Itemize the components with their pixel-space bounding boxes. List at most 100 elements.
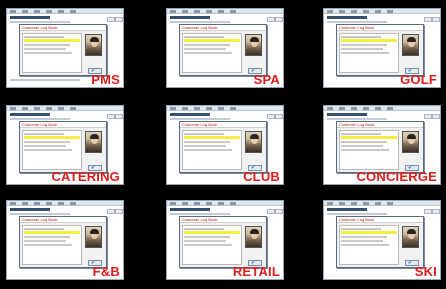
dialog-titlebar: Customer Log Book (20, 122, 106, 128)
list-row (24, 36, 64, 38)
screenshot-tile-club: Customer Log Book ✔ CLUB (166, 105, 284, 185)
list-row (24, 244, 72, 246)
list-row (184, 44, 230, 46)
list-row-selected (184, 39, 240, 42)
screenshot-tile-spa: Customer Log Book ✔ SPA (166, 8, 284, 88)
list-row (341, 149, 389, 151)
app-title (327, 113, 367, 116)
list-row (184, 244, 232, 246)
log-list (182, 225, 242, 265)
app-toolbar-button (267, 114, 275, 119)
app-menu-items (10, 10, 80, 13)
app-toolbar-button (424, 209, 432, 214)
app-toolbar-button (267, 209, 275, 214)
app-menu-items (327, 107, 397, 110)
customer-log-dialog: Customer Log Book ✔ (19, 24, 107, 76)
screenshot-tile-concierge: Customer Log Book ✔ CONCIERGE (323, 105, 441, 185)
app-toolbar-button (115, 114, 123, 119)
list-row (184, 240, 226, 242)
app-field-line (10, 118, 70, 120)
app-title (327, 208, 367, 211)
app-toolbar-button (107, 209, 115, 214)
app-field-line (327, 21, 387, 23)
app-title (327, 16, 367, 19)
app-field-line (10, 21, 70, 23)
module-label: F&B (92, 264, 120, 279)
list-row-selected (341, 136, 397, 139)
app-menubar (7, 106, 123, 111)
dialog-title: Customer Log Book (22, 217, 58, 222)
dialog-title: Customer Log Book (182, 217, 218, 222)
list-row (24, 44, 70, 46)
list-row (341, 145, 383, 147)
list-row (184, 133, 224, 135)
list-row (341, 141, 387, 143)
app-menubar (324, 9, 440, 14)
app-menubar (7, 201, 123, 206)
dialog-title: Customer Log Book (339, 122, 375, 127)
dialog-title: Customer Log Book (339, 217, 375, 222)
list-row (341, 236, 387, 238)
app-menu-items (327, 202, 397, 205)
log-list (22, 33, 82, 73)
list-row (184, 145, 226, 147)
list-row (341, 228, 381, 230)
app-menubar (167, 9, 283, 14)
dialog-title: Customer Log Book (22, 25, 58, 30)
list-row (341, 44, 387, 46)
list-row-selected (24, 231, 80, 234)
log-list (339, 130, 399, 170)
app-toolbar-button (432, 114, 440, 119)
list-row (24, 236, 70, 238)
module-label: SPA (253, 72, 280, 87)
app-toolbar-button (432, 209, 440, 214)
list-row (24, 48, 66, 50)
app-toolbar-button (275, 209, 283, 214)
customer-log-dialog: Customer Log Book ✔ (179, 121, 267, 173)
screenshot-tile-ski: Customer Log Book ✔ SKI (323, 200, 441, 280)
check-icon: ✔ (408, 260, 413, 266)
customer-log-dialog: Customer Log Book ✔ (336, 121, 424, 173)
list-row (341, 244, 389, 246)
module-label: CONCIERGE (356, 169, 437, 184)
dialog-title: Customer Log Book (339, 25, 375, 30)
list-row (184, 48, 226, 50)
list-row-selected (341, 231, 397, 234)
dialog-titlebar: Customer Log Book (337, 122, 423, 128)
guest-photo (85, 226, 102, 248)
module-label: CLUB (243, 169, 280, 184)
screenshot-tile-golf: Customer Log Book ✔ GOLF (323, 8, 441, 88)
list-row (184, 36, 224, 38)
app-menu-items (327, 10, 397, 13)
guest-photo (402, 226, 419, 248)
list-row (184, 141, 230, 143)
app-toolbar-button (115, 17, 123, 22)
list-row-selected (184, 231, 240, 234)
app-field-line (170, 21, 230, 23)
app-menubar (167, 106, 283, 111)
app-title (10, 16, 50, 19)
module-label: RETAIL (232, 264, 280, 279)
list-row (24, 228, 64, 230)
list-row (24, 145, 66, 147)
customer-log-dialog: Customer Log Book ✔ (19, 216, 107, 268)
screenshot-tile-retail: Customer Log Book ✔ RETAIL (166, 200, 284, 280)
dialog-titlebar: Customer Log Book (180, 25, 266, 31)
app-menubar (167, 201, 283, 206)
app-field-line (170, 213, 230, 215)
app-toolbar-button (424, 114, 432, 119)
module-label: CATERING (51, 169, 120, 184)
guest-photo (85, 34, 102, 56)
app-menu-items (170, 202, 240, 205)
guest-photo (85, 131, 102, 153)
app-toolbar-button (115, 209, 123, 214)
list-row (24, 141, 70, 143)
list-row (24, 240, 66, 242)
guest-photo (245, 131, 262, 153)
app-toolbar-button (275, 114, 283, 119)
dialog-titlebar: Customer Log Book (337, 217, 423, 223)
dialog-titlebar: Customer Log Book (180, 122, 266, 128)
list-row (184, 52, 232, 54)
guest-photo (245, 226, 262, 248)
app-toolbar-button (267, 17, 275, 22)
